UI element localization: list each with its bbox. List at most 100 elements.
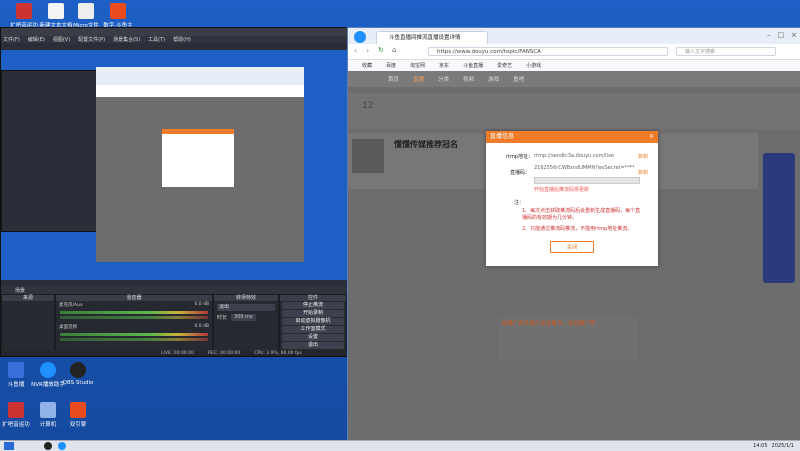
copy-link[interactable]: 复制 [638,153,648,160]
streamer-name: 懂懂传媒推荐冠名 [394,140,458,149]
window-controls: – □ × [767,31,797,39]
tab-strip: 斗鱼直播间推流直播设置详情 – □ × [348,28,800,44]
mixer-track-name: 麦克风/Aux [59,303,83,308]
mixer-panel: 混音器 麦克风/Aux 0.0 dB 桌面音频 0.0 dB [55,294,213,354]
site-content: 首页 直播 分类 视频 游戏 鱼吧 12 懂懂传媒推荐冠名 前推广的手游少女征集… [348,71,800,441]
browser-tab[interactable]: 斗鱼直播间推流直播设置详情 [376,31,488,44]
live-time: LIVE: 00:00:00 [161,350,194,356]
virtual-camera-button[interactable]: 启动虚拟摄像机 [282,318,344,325]
text-file-icon [48,3,64,19]
menu-file[interactable]: 文件(F) [3,36,20,43]
menu-profile[interactable]: 配置文件(P) [78,36,105,43]
browser-window: 斗鱼直播间推流直播设置详情 – □ × ‹ › ↻ ⌂ https://www.… [347,27,800,442]
stream-code-value[interactable]: 2162556rCWBsndUMMN?wsSecret=****** [534,165,634,171]
site-nav-item[interactable]: 视频 [463,75,474,83]
note-title: 注： [514,200,525,206]
copy-link[interactable]: 复制 [638,169,648,176]
menu-view[interactable]: 视图(V) [53,36,70,43]
clock-date: 2025/1/1 [771,443,794,449]
bookmark-item[interactable]: 爱奇艺 [497,62,512,69]
exit-button[interactable]: 退出 [282,342,344,349]
site-nav-item[interactable]: 直播 [413,75,424,83]
rtmp-label: rtmp地址： [506,154,534,160]
promo-banner: 前推广的手游少女征集令，欢迎推广吧 [498,317,638,361]
rec-time: REC: 00:00:00 [207,350,241,356]
desktop-icon[interactable]: 数字-斗鱼主 [96,3,140,29]
close-button[interactable]: 关闭 [550,241,594,253]
minimize-icon[interactable]: – [767,31,771,39]
taskbar-app-icon[interactable] [58,442,66,450]
site-nav-item[interactable]: 分类 [438,75,449,83]
sources-panel: 来源 [1,294,55,354]
close-icon[interactable]: × [791,31,797,39]
audio-meter [60,311,208,314]
settings-button[interactable]: 设置 [282,334,344,341]
search-input[interactable]: 输入文字搜索 [676,47,776,56]
rtmp-value[interactable]: rtmp://sendtc3a.douyu.com/live [534,153,614,159]
bookmark-item[interactable]: 京东 [439,62,449,69]
audio-meter [60,316,208,319]
obs-dock-panels: 场景 来源 混音器 麦克风/Aux 0.0 dB 桌面音频 0.0 dB 转场特… [1,286,347,356]
browser-icon [70,402,86,418]
transition-select[interactable]: 淡出 [217,304,275,311]
menu-help[interactable]: 帮助(H) [173,36,191,43]
duration-input[interactable]: 300 ms [231,314,256,321]
sidebar-ad[interactable] [763,153,795,283]
back-icon[interactable]: ‹ [354,46,357,55]
obs-menubar: 文件(F) 编辑(E) 视图(V) 配置文件(P) 场景集合(S) 工具(T) … [1,36,347,43]
bookmark-item[interactable]: 斗鱼直播 [463,62,483,69]
mixer-track-db: 0.0 dB [194,302,209,307]
bookmark-item[interactable]: 淘宝网 [410,62,425,69]
obs-preview[interactable] [1,50,347,280]
refresh-icon[interactable]: ↻ [378,46,384,54]
menu-tools[interactable]: 工具(T) [148,36,165,43]
preview-obs-thumb [1,70,98,232]
app-icon [8,402,24,418]
obs-titlebar[interactable] [1,28,347,36]
site-nav-item[interactable]: 游戏 [488,75,499,83]
desktop-icon[interactable]: 双引擎 [56,402,100,428]
live-info-modal: 直播信息 × rtmp地址： rtmp://sendtc3a.douyu.com… [486,131,658,266]
site-nav-item[interactable]: 鱼吧 [513,75,524,83]
transition-header: 转场特效 [214,295,278,301]
promo-text: 前推广的手游少女征集令，欢迎推广吧 [502,321,596,327]
close-icon[interactable]: × [649,131,654,143]
desktop-icon[interactable]: OBS Studio [56,362,100,386]
address-bar[interactable]: https://www.douyu.com/topic/FANSCA [428,47,668,56]
start-recording-button[interactable]: 开始录制 [282,310,344,317]
forward-icon[interactable]: › [366,46,369,55]
obs-window: 文件(F) 编辑(E) 视图(V) 配置文件(P) 场景集合(S) 工具(T) … [0,27,507,357]
app-icon [8,362,24,378]
obs-icon [70,362,86,378]
bookmark-item[interactable]: 小游戏 [526,62,541,69]
transition-panel: 转场特效 淡出 时长 300 ms [213,294,279,354]
sources-list[interactable] [2,301,54,345]
app-icon [16,3,32,19]
start-icon[interactable] [4,442,14,450]
note-line: 1、每次点击获取推流码后会重新生成直播码，每个直播码的有效期为几分钟。 [522,208,641,221]
site-nav-item[interactable]: 首页 [388,75,399,83]
cpu-fps: CPU: 3.9%, 60.00 fps [254,350,302,356]
site-header: 首页 直播 分类 视频 游戏 鱼吧 [348,71,800,87]
mixer-track-name: 桌面音频 [59,325,77,330]
mixer-track-db: 0.0 dB [194,324,209,329]
bookmark-item[interactable]: 百度 [386,62,396,69]
menu-edit[interactable]: 编辑(E) [28,36,45,43]
clock-time: 14:05 [753,443,768,449]
menu-scene-collection[interactable]: 场景集合(S) [113,36,140,43]
bookmark-item[interactable]: 收藏 [362,62,372,69]
stream-code-label: 直播码： [510,170,531,176]
category-bar: 12 [348,93,800,129]
controls-header: 控件 [280,295,346,301]
home-icon[interactable]: ⌂ [392,46,396,54]
scenes-label: 场景 [15,288,26,294]
code-input[interactable] [534,177,640,184]
preview-browser-thumb [96,67,304,262]
maximize-icon[interactable]: □ [778,31,785,39]
app-icon [110,3,126,19]
stop-streaming-button[interactable]: 停止推流 [282,302,344,309]
note-line: 2、只能通过推流码推流，不能用rtmp地址推流。 [522,226,633,232]
audio-meter [60,338,208,341]
studio-mode-button[interactable]: 工作室模式 [282,326,344,333]
taskbar-app-icon[interactable] [44,442,52,450]
